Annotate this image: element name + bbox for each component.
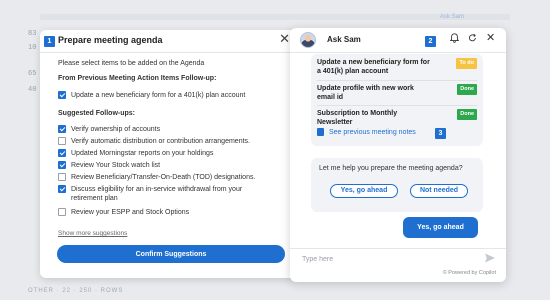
agenda-header: 1 Prepare meeting agenda ✕ [40,30,298,50]
powered-by-text: © Powered by Copilot [442,270,496,276]
step-badge: 2 [425,36,436,47]
bell-icon[interactable] [449,33,460,46]
divider [290,52,506,53]
not-needed-button[interactable]: Not needed [410,184,468,198]
checkbox[interactable] [58,125,66,133]
section-title-previous: From Previous Meeting Action Items Follo… [58,75,217,82]
checkbox[interactable] [58,137,66,145]
task-item: Update a new beneficiary form for a 401(… [317,58,477,76]
checkbox-label: Review Your Stock watch list [71,162,161,169]
task-text: Subscription to Monthly Newsletter [317,110,398,126]
send-icon[interactable] [484,252,496,264]
assistant-message: Let me help you prepare the meeting agen… [311,158,483,212]
chat-input[interactable] [302,253,472,265]
checkbox-label: Verify ownership of accounts [71,126,161,133]
chat-title: Ask Sam [327,35,361,44]
checkbox[interactable] [58,208,66,216]
task-text: Update profile with new work email id [317,85,414,101]
background-row-value: 65 [28,70,37,78]
agenda-checkbox-item[interactable]: Verify automatic distribution or contrib… [58,137,293,146]
agenda-checkbox-item[interactable]: Verify ownership of accounts [58,125,293,134]
checkbox[interactable] [58,91,66,99]
status-badge: To do [456,58,477,69]
checkbox[interactable] [58,173,66,181]
avatar [300,32,316,48]
task-text: Update a new beneficiary form for a 401(… [317,59,430,75]
agenda-title: Prepare meeting agenda [58,35,163,45]
agenda-checkbox-item[interactable]: Review Beneficiary/Transfer-On-Death (TO… [58,173,293,182]
background-row-value: 83 [28,30,37,38]
task-item: Subscription to Monthly Newsletter Done [317,109,477,127]
yes-go-ahead-button[interactable]: Yes, go ahead [330,184,398,198]
checkbox-label: Verify automatic distribution or contrib… [71,138,250,145]
checkbox[interactable] [58,149,66,157]
agenda-instruction: Please select items to be added on the A… [58,60,205,67]
see-previous-notes-link[interactable]: See previous meeting notes [317,128,416,136]
divider [317,105,477,106]
checkbox-label: Review Beneficiary/Transfer-On-Death (TO… [71,174,256,181]
checkbox-label: Update a new beneficiary form for a 401(… [71,92,246,99]
divider [317,80,477,81]
chat-input-area [290,248,506,268]
chat-header: Ask Sam 2 ✕ [290,28,506,52]
agenda-checkbox-item[interactable]: Discuss eligibility for an in-service wi… [58,185,293,203]
close-icon[interactable]: ✕ [486,33,495,44]
status-badge: Done [457,109,477,120]
checkbox-label: Discuss eligibility for an in-service wi… [71,186,243,202]
status-badge: Done [457,84,477,95]
divider [40,52,298,53]
assistant-message-text: Let me help you prepare the meeting agen… [319,165,463,172]
background-top-right-link: Ask Sam [440,14,465,20]
background-row-value: 40 [28,86,37,94]
chat-panel: Ask Sam 2 ✕ Update a new beneficiary for… [290,28,506,282]
step-badge: 1 [44,36,55,47]
confirm-suggestions-button[interactable]: Confirm Suggestions [57,245,285,263]
checkbox[interactable] [58,185,66,193]
agenda-checkbox-item[interactable]: Review Your Stock watch list [58,161,293,170]
document-icon [317,128,324,136]
refresh-icon[interactable] [468,33,477,46]
agenda-panel: 1 Prepare meeting agenda ✕ Please select… [40,30,298,278]
agenda-checkbox-item[interactable]: Updated Morningstar reports on your hold… [58,149,293,158]
close-icon[interactable]: ✕ [279,32,290,45]
task-item: Update profile with new work email id Do… [317,84,477,102]
background-bottom-text: OTHER · 22 · 250 · ROWS [28,288,124,294]
step-badge: 3 [435,128,446,139]
tasks-card: Update a new beneficiary form for a 401(… [311,54,483,146]
show-more-link[interactable]: Show more suggestions [58,230,127,237]
agenda-checkbox-item[interactable]: Update a new beneficiary form for a 401(… [58,91,293,100]
background-row-value: 10 [28,44,37,52]
section-title-suggested: Suggested Follow-ups: [58,110,135,117]
agenda-checkbox-item[interactable]: Review your ESPP and Stock Options [58,208,293,217]
user-message: Yes, go ahead [403,217,478,238]
checkbox-label: Review your ESPP and Stock Options [71,209,190,216]
see-previous-label: See previous meeting notes [329,128,416,136]
checkbox-label: Updated Morningstar reports on your hold… [71,150,214,157]
checkbox[interactable] [58,161,66,169]
